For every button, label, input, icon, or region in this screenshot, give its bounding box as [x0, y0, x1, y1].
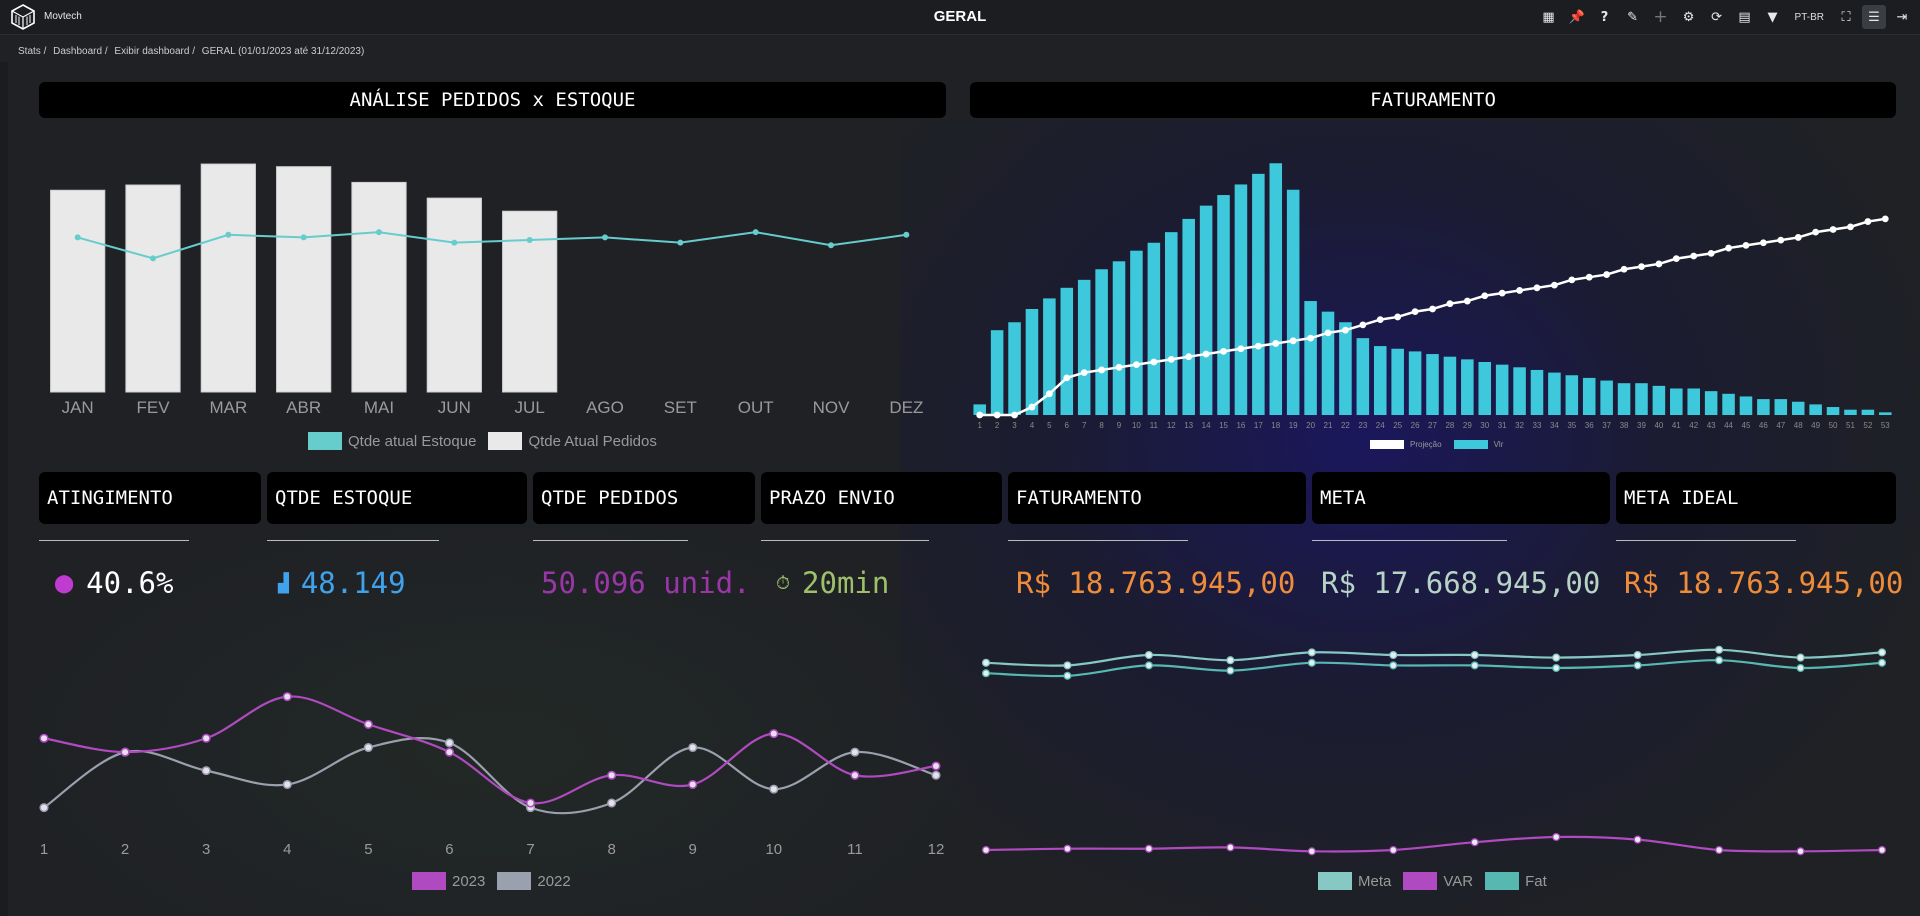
- series-point-VAR: [1063, 844, 1072, 853]
- series-point-Fat: [1877, 658, 1887, 667]
- series-point-Fat: [1226, 666, 1235, 675]
- series-point-Meta: [1063, 661, 1072, 670]
- series-point-Fat: [1307, 658, 1316, 667]
- series-point-VAR: [1633, 835, 1642, 844]
- legend-swatch-var: [1403, 872, 1438, 890]
- meta-var-fat-chart: [981, 645, 1887, 856]
- series-point-Meta: [1796, 653, 1805, 662]
- series-point-Fat: [1063, 671, 1072, 680]
- legend-label-var: VAR: [1443, 872, 1474, 890]
- legend-swatch-fat: [1485, 872, 1520, 890]
- series-point-VAR: [1470, 838, 1479, 847]
- series-point-Meta: [1552, 653, 1561, 662]
- series-point-VAR: [1389, 845, 1398, 855]
- meta-var-fat-legend: Meta VAR Fat: [1318, 872, 1559, 890]
- series-point-Fat: [981, 669, 991, 678]
- series-line-VAR: [985, 835, 1883, 853]
- series-line-Fat: [985, 659, 1883, 678]
- series-point-Meta: [1715, 645, 1724, 654]
- series-point-Fat: [1715, 656, 1724, 665]
- series-point-VAR: [1715, 845, 1724, 855]
- series-point-Meta: [1877, 648, 1887, 657]
- series-point-Fat: [1144, 661, 1153, 670]
- series-point-Fat: [1470, 661, 1479, 670]
- legend-swatch-meta: [1318, 872, 1352, 890]
- series-point-Meta: [1470, 650, 1479, 660]
- series-point-Meta: [1307, 648, 1316, 657]
- series-point-Fat: [1796, 663, 1805, 673]
- legend-item-var[interactable]: VAR: [1403, 872, 1473, 890]
- series-point-VAR: [1877, 845, 1887, 855]
- series-point-VAR: [981, 845, 991, 855]
- legend-item-fat[interactable]: Fat: [1485, 872, 1547, 890]
- series-point-VAR: [1552, 832, 1561, 842]
- series-point-Meta: [981, 658, 991, 667]
- series-point-VAR: [1226, 843, 1235, 852]
- series-point-Meta: [1389, 650, 1398, 660]
- series-point-Meta: [1633, 650, 1642, 660]
- series-point-VAR: [1144, 844, 1153, 853]
- series-point-Fat: [1633, 661, 1642, 670]
- series-point-VAR: [1307, 847, 1316, 856]
- series-point-Meta: [1226, 656, 1235, 665]
- series-point-Fat: [1552, 663, 1561, 673]
- series-point-Meta: [1144, 650, 1153, 660]
- legend-item-meta[interactable]: Meta: [1318, 872, 1391, 890]
- legend-label-meta: Meta: [1358, 872, 1392, 890]
- series-point-VAR: [1796, 847, 1805, 856]
- legend-label-fat: Fat: [1525, 872, 1547, 890]
- series-point-Fat: [1389, 661, 1398, 670]
